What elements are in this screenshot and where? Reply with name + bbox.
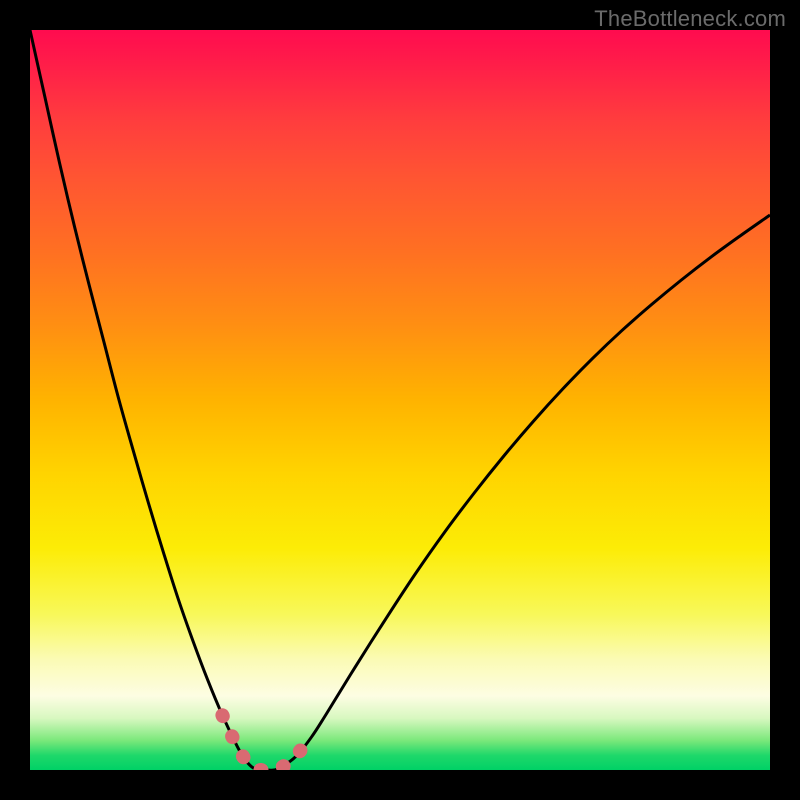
plot-area <box>30 30 770 770</box>
watermark-text: TheBottleneck.com <box>594 6 786 32</box>
curve-path <box>30 30 770 770</box>
chart-frame: TheBottleneck.com <box>0 0 800 800</box>
bottleneck-curve <box>30 30 770 770</box>
